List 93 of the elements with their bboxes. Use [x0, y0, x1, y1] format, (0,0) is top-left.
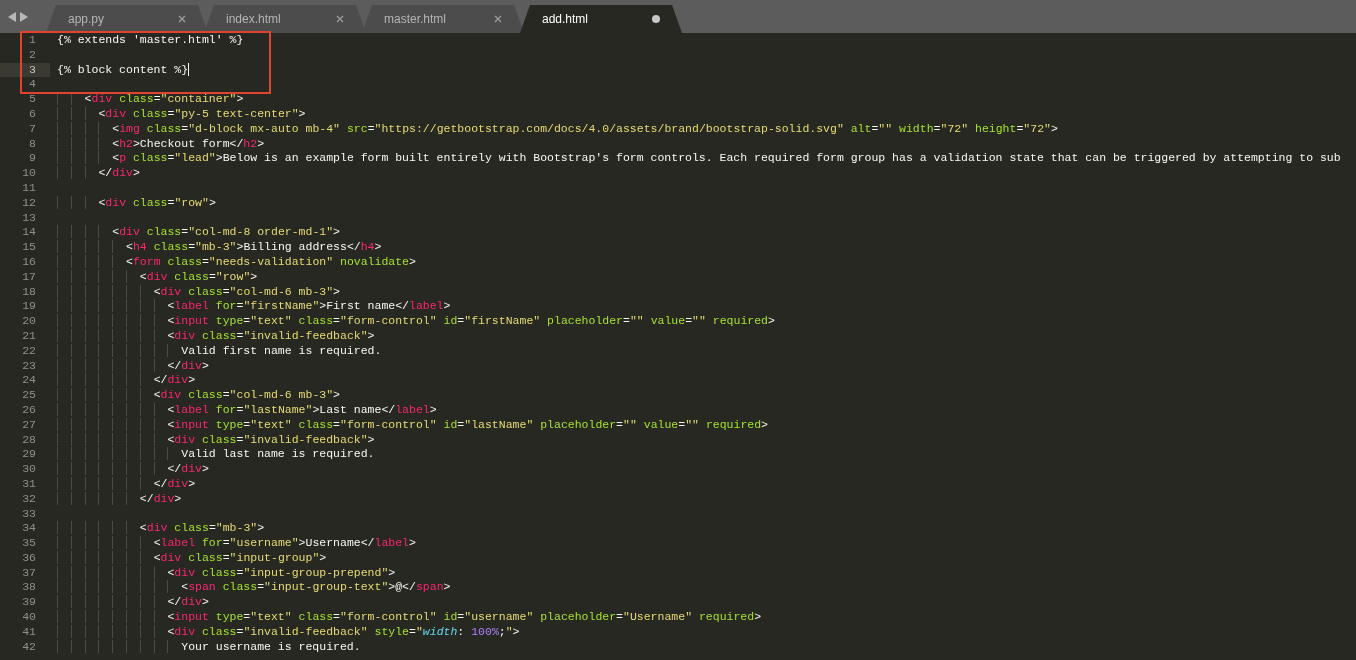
code-line: <div class="container">	[57, 92, 244, 106]
line-number: 9	[28, 151, 37, 167]
line-number: 33	[21, 506, 37, 522]
line-number: 23	[21, 358, 37, 374]
code-line: Valid first name is required.	[57, 343, 382, 357]
code-line: <form class="needs-validation" novalidate>	[57, 254, 416, 268]
code-line: <div class="input-group">	[57, 550, 327, 564]
code-line: <div class="invalid-feedback">	[57, 328, 375, 342]
line-number: 11	[21, 180, 37, 196]
back-arrow-icon[interactable]	[8, 11, 16, 22]
line-number: 14	[21, 225, 37, 241]
line-number: 27	[21, 417, 37, 433]
editor-tab[interactable]: app.py	[46, 5, 208, 33]
line-number: 21	[21, 328, 37, 344]
code-line: <p class="lead">Below is an example form built entirely with Bootstrap's form controls. Each required form group has a validation state that can be triggered by attempting to sub	[57, 151, 1341, 165]
close-icon[interactable]	[178, 15, 186, 23]
line-number: 41	[21, 624, 37, 640]
line-number: 37	[21, 565, 37, 581]
code-line: <h4 class="mb-3">Billing address</h4>	[57, 240, 382, 254]
line-number: 29	[21, 447, 37, 463]
code-line: <div class="col-md-6 mb-3">	[57, 388, 340, 402]
close-icon[interactable]	[336, 15, 344, 23]
code-line: <div class="col-md-6 mb-3">	[57, 284, 340, 298]
line-number: 26	[21, 402, 37, 418]
code-line: <div class="py-5 text-center">	[57, 107, 306, 120]
code-line: </div>	[57, 166, 140, 180]
line-number: 8	[28, 136, 37, 152]
close-icon[interactable]	[494, 15, 502, 23]
line-number: 17	[21, 269, 37, 285]
line-number: 35	[21, 536, 37, 551]
line-number: 5	[28, 92, 37, 107]
code-line: </div>	[57, 595, 209, 609]
line-number: 3	[0, 62, 50, 78]
line-number: 25	[21, 388, 37, 403]
code-line: Valid last name is required.	[57, 447, 375, 461]
code-line: <label for="username">Username</label>	[57, 536, 416, 550]
line-number: 7	[28, 121, 37, 137]
code-line: <div class="input-group-prepend">	[57, 565, 396, 579]
line-number: 39	[21, 595, 37, 611]
editor-tab[interactable]: index.html	[204, 5, 366, 33]
code-line: <input type="text" class="form-control" id="firstName" placeholder="" value="" required>	[57, 314, 775, 328]
editor-tab[interactable]: master.html	[362, 5, 524, 33]
code-line: <div class="invalid-feedback" style="width: 100%;">	[57, 624, 520, 638]
line-number: 15	[21, 240, 37, 255]
code-line: <div class="row">	[57, 195, 216, 209]
text-cursor	[188, 62, 190, 77]
line-number: 18	[21, 284, 37, 300]
code-line: <div class="invalid-feedback">	[57, 432, 375, 446]
line-number: 34	[21, 521, 37, 537]
line-number: 38	[21, 580, 37, 596]
code-line: <div class="mb-3">	[57, 521, 265, 535]
code-line: <h2>Checkout form</h2>	[57, 136, 265, 150]
line-number: 4	[28, 77, 37, 93]
code-line: </div>	[57, 476, 196, 490]
code-line: </div>	[57, 491, 182, 505]
line-number: 1	[28, 33, 37, 48]
line-number: 22	[21, 343, 37, 359]
code-line: <input type="text" class="form-control" id="username" placeholder="Username" required>	[57, 610, 762, 624]
line-number: 6	[28, 107, 37, 122]
code-line: {% block content %}	[57, 62, 189, 76]
line-number: 28	[21, 432, 37, 448]
line-number: 36	[21, 550, 37, 566]
line-number: 10	[21, 166, 37, 181]
code-line: <label for="firstName">First name</label>	[57, 299, 451, 313]
tab-label: app.py	[68, 12, 105, 26]
tab-label: add.html	[542, 12, 589, 26]
code-line: <span class="input-group-text">@</span>	[57, 580, 451, 594]
editor-tab[interactable]: add.html	[520, 5, 682, 33]
line-number: 30	[21, 462, 37, 477]
line-number: 13	[21, 210, 37, 226]
code-line: </div>	[57, 462, 209, 476]
line-number: 12	[21, 195, 37, 211]
code-line: Your username is required.	[57, 639, 361, 653]
code-line: <div class="row">	[57, 269, 258, 283]
code-line: </div>	[57, 358, 209, 372]
line-number: 24	[21, 373, 37, 389]
line-number: 16	[21, 254, 37, 270]
code-line: {% extends 'master.html' %}	[57, 33, 244, 46]
line-number: 32	[21, 491, 37, 507]
line-number: 42	[21, 639, 37, 655]
line-number: 31	[21, 476, 37, 492]
line-number: 2	[28, 47, 37, 63]
forward-arrow-icon[interactable]	[20, 11, 28, 22]
tab-label: index.html	[226, 12, 281, 26]
tab-label: master.html	[384, 12, 446, 26]
code-line: </div>	[57, 373, 196, 387]
code-line: <div class="col-md-8 order-md-1">	[57, 225, 340, 239]
code-line: <label for="lastName">Last name</label>	[57, 402, 437, 416]
code-line: <input type="text" class="form-control" id="lastName" placeholder="" value="" required>	[57, 417, 768, 431]
line-number: 20	[21, 314, 37, 329]
line-number: 40	[21, 610, 37, 625]
code-line: <img class="d-block mx-auto mb-4" src="https://getbootstrap.com/docs/4.0/assets/brand/bootstrap-solid.svg" alt="" width="72" height="72">	[57, 121, 1058, 135]
line-number: 19	[21, 299, 37, 315]
